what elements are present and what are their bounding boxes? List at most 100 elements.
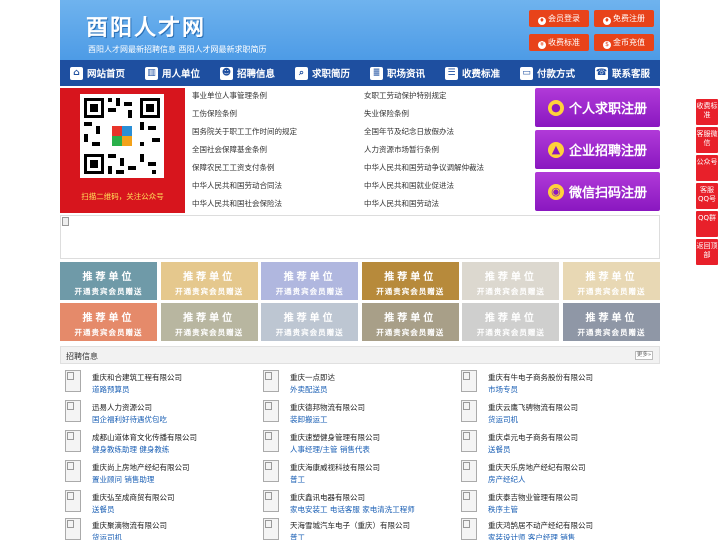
- job-positions[interactable]: 货运司机: [92, 532, 122, 540]
- job-positions[interactable]: 市场专员: [488, 384, 518, 395]
- side-qq-group-button[interactable]: QQ群: [696, 211, 718, 237]
- job-item[interactable]: 重庆速塑健身管理有限公司 人事经理/主管 销售代表: [258, 428, 448, 458]
- job-positions[interactable]: 人事经理/主管 销售代表: [290, 444, 370, 455]
- policy-link[interactable]: 失业保险条例: [364, 108, 409, 119]
- policy-link[interactable]: 中华人民共和国社会保险法: [192, 198, 282, 209]
- policy-link[interactable]: 全国社会保障基金条例: [192, 144, 267, 155]
- job-item[interactable]: 重庆德邦物流有限公司 装卸搬运工: [258, 398, 448, 428]
- register-button[interactable]: ♦ 免费注册: [594, 10, 654, 27]
- side-pricing-button[interactable]: 收费标准: [696, 99, 718, 125]
- policy-link[interactable]: 事业单位人事管理条例: [192, 90, 267, 101]
- policy-link[interactable]: 中华人民共和国就业促进法: [364, 180, 454, 191]
- job-positions[interactable]: 装卸搬运工: [290, 414, 328, 425]
- job-positions[interactable]: 送餐员: [488, 444, 511, 455]
- job-positions[interactable]: 秩序主管: [488, 504, 518, 515]
- personal-register-button[interactable]: ● 个人求职注册: [535, 88, 660, 127]
- recommend-tile[interactable]: 推荐单位 开通贵宾会员赠送: [261, 262, 359, 300]
- recommend-tile[interactable]: 推荐单位 开通贵宾会员赠送: [160, 303, 258, 341]
- job-item[interactable]: 重庆鑫讯电器有限公司 家电安装工 电话客服 家电清洗工程师: [258, 488, 448, 518]
- policy-link[interactable]: 人力资源市场暂行条例: [364, 144, 439, 155]
- more-button[interactable]: 更多»: [635, 351, 653, 360]
- job-item[interactable]: 重庆和合建筑工程有限公司 道路预算员: [60, 368, 250, 398]
- job-positions[interactable]: 普工: [290, 532, 305, 540]
- company-name[interactable]: 迅易人力资源公司: [92, 402, 152, 413]
- recommend-tile[interactable]: 推荐单位 开通贵宾会员赠送: [60, 303, 157, 341]
- side-official-account-button[interactable]: 公众号: [696, 155, 718, 181]
- job-item[interactable]: 天海雪城汽车电子（重庆）有限公司 普工: [258, 516, 448, 540]
- ad-banner[interactable]: [60, 215, 660, 259]
- nav-home[interactable]: ⌂ 网站首页: [60, 60, 135, 86]
- job-positions[interactable]: 道路预算员: [92, 384, 130, 395]
- job-item[interactable]: 重庆鸿鹄居不动产经纪有限公司 家装设计师 客户经理 销售: [456, 516, 646, 540]
- job-item[interactable]: 重庆泰吉物业管理有限公司 秩序主管: [456, 488, 646, 518]
- job-item[interactable]: 迅易人力资源公司 国企福利好待遇优包吃: [60, 398, 250, 428]
- login-button[interactable]: ♦ 会员登录: [529, 10, 589, 27]
- job-item[interactable]: 重庆天乐房地产经纪有限公司 房产经纪人: [456, 458, 646, 488]
- company-name[interactable]: 重庆速塑健身管理有限公司: [290, 432, 380, 443]
- company-name[interactable]: 重庆云鹰飞骋物流有限公司: [488, 402, 578, 413]
- recharge-button[interactable]: $ 金币充值: [594, 34, 654, 51]
- job-item[interactable]: 重庆有牛电子商务股份有限公司 市场专员: [456, 368, 646, 398]
- policy-link[interactable]: 中华人民共和国劳动争议调解仲裁法: [364, 162, 484, 173]
- job-item[interactable]: 重庆弘至成商贸有限公司 送餐员: [60, 488, 250, 518]
- job-positions[interactable]: 家电安装工 电话客服 家电清洗工程师: [290, 504, 415, 515]
- nav-news[interactable]: ≣ 职场资讯: [360, 60, 435, 86]
- nav-contact[interactable]: ☎ 联系客服: [585, 60, 660, 86]
- company-name[interactable]: 重庆鸿鹄居不动产经纪有限公司: [488, 520, 593, 531]
- job-item[interactable]: 重庆卓元电子商务有限公司 送餐员: [456, 428, 646, 458]
- side-wechat-button[interactable]: 客服微信: [696, 127, 718, 153]
- policy-link[interactable]: 中华人民共和国劳动法: [364, 198, 439, 209]
- company-name[interactable]: 重庆尚上房地产经纪有限公司: [92, 462, 190, 473]
- policy-link[interactable]: 中华人民共和国劳动合同法: [192, 180, 282, 191]
- pricing-button[interactable]: ¥ 收费标准: [529, 34, 589, 51]
- nav-resumes[interactable]: ⌕ 求职简历: [285, 60, 360, 86]
- recommend-tile[interactable]: 推荐单位 开通贵宾会员赠送: [462, 262, 560, 300]
- policy-link[interactable]: 国务院关于职工工作时间的规定: [192, 126, 297, 137]
- recommend-tile[interactable]: 推荐单位 开通贵宾会员赠送: [160, 262, 258, 300]
- company-name[interactable]: 重庆德邦物流有限公司: [290, 402, 365, 413]
- recommend-tile[interactable]: 推荐单位 开通贵宾会员赠送: [60, 262, 157, 300]
- recommend-tile[interactable]: 推荐单位 开通贵宾会员赠送: [462, 303, 560, 341]
- policy-link[interactable]: 工伤保险条例: [192, 108, 237, 119]
- policy-link[interactable]: 保障农民工工资支付条例: [192, 162, 275, 173]
- wechat-register-button[interactable]: ◉ 微信扫码注册: [535, 172, 660, 211]
- recommend-tile[interactable]: 推荐单位 开通贵宾会员赠送: [563, 262, 660, 300]
- company-name[interactable]: 重庆泰吉物业管理有限公司: [488, 492, 578, 503]
- job-positions[interactable]: 送餐员: [92, 504, 115, 515]
- job-item[interactable]: 重庆聚滴物流有限公司 货运司机: [60, 516, 250, 540]
- company-name[interactable]: 成都山道体育文化传播有限公司: [92, 432, 197, 443]
- company-name[interactable]: 重庆有牛电子商务股份有限公司: [488, 372, 593, 383]
- side-qq-button[interactable]: 客服QQ号: [696, 183, 718, 209]
- company-name[interactable]: 重庆鑫讯电器有限公司: [290, 492, 365, 503]
- job-item[interactable]: 重庆一点即达 外卖配送员: [258, 368, 448, 398]
- job-positions[interactable]: 普工: [290, 474, 305, 485]
- job-item[interactable]: 重庆尚上房地产经纪有限公司 置业顾问 销售助理: [60, 458, 250, 488]
- job-positions[interactable]: 外卖配送员: [290, 384, 328, 395]
- nav-employers[interactable]: ▥ 用人单位: [135, 60, 210, 86]
- policy-link[interactable]: 全国年节及纪念日放假办法: [364, 126, 454, 137]
- job-item[interactable]: 重庆云鹰飞骋物流有限公司 货运司机: [456, 398, 646, 428]
- company-register-button[interactable]: ▲ 企业招聘注册: [535, 130, 660, 169]
- job-item[interactable]: 成都山道体育文化传播有限公司 健身教练助理 健身教练: [60, 428, 250, 458]
- recommend-tile[interactable]: 推荐单位 开通贵宾会员赠送: [361, 303, 459, 341]
- recommend-tile[interactable]: 推荐单位 开通贵宾会员赠送: [261, 303, 359, 341]
- site-logo-title[interactable]: 酉阳人才网: [86, 10, 206, 42]
- job-positions[interactable]: 房产经纪人: [488, 474, 526, 485]
- job-positions[interactable]: 国企福利好待遇优包吃: [92, 414, 167, 425]
- recommend-tile[interactable]: 推荐单位 开通贵宾会员赠送: [361, 262, 459, 300]
- company-name[interactable]: 重庆一点即达: [290, 372, 335, 383]
- job-positions[interactable]: 家装设计师 客户经理 销售: [488, 532, 575, 540]
- nav-pricing[interactable]: ☰ 收费标准: [435, 60, 510, 86]
- job-item[interactable]: 重庆海康威视科技有限公司 普工: [258, 458, 448, 488]
- recommend-tile[interactable]: 推荐单位 开通贵宾会员赠送: [563, 303, 660, 341]
- side-back-to-top-button[interactable]: 返回顶部: [696, 239, 718, 265]
- nav-jobs[interactable]: ☻ 招聘信息: [210, 60, 285, 86]
- company-name[interactable]: 重庆卓元电子商务有限公司: [488, 432, 578, 443]
- nav-payment[interactable]: ▭ 付款方式: [510, 60, 585, 86]
- job-positions[interactable]: 货运司机: [488, 414, 518, 425]
- job-positions[interactable]: 置业顾问 销售助理: [92, 474, 154, 485]
- company-name[interactable]: 重庆和合建筑工程有限公司: [92, 372, 182, 383]
- policy-link[interactable]: 女职工劳动保护特别规定: [364, 90, 447, 101]
- company-name[interactable]: 重庆海康威视科技有限公司: [290, 462, 380, 473]
- company-name[interactable]: 重庆聚滴物流有限公司: [92, 520, 167, 531]
